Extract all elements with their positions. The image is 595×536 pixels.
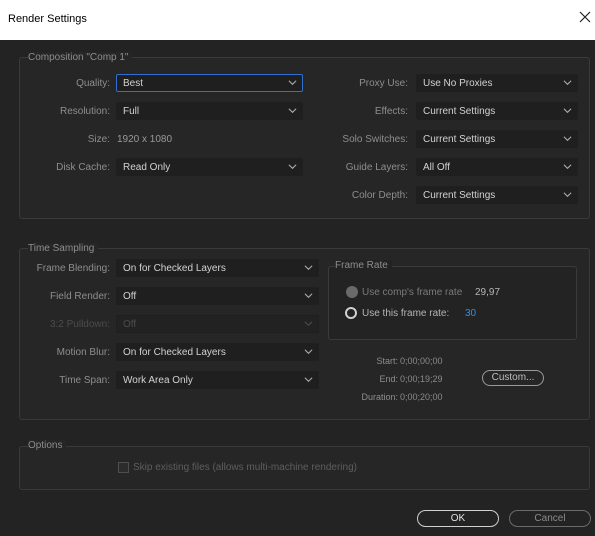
size-label: Size: <box>87 134 110 145</box>
start-value: 0;00;00;00 <box>400 356 443 366</box>
options-group-label: Options <box>28 440 67 451</box>
skip-existing-checkbox[interactable] <box>118 462 129 473</box>
chevron-down-icon <box>288 162 297 171</box>
guide-layers-label: Guide Layers: <box>345 162 408 173</box>
chevron-down-icon <box>304 291 313 300</box>
use-comp-frame-rate-label: Use comp's frame rate <box>362 287 463 298</box>
time-span-value: Work Area Only <box>123 375 193 386</box>
ok-button[interactable]: OK <box>417 510 499 527</box>
frame-rate-group <box>328 266 577 340</box>
time-span-label: Time Span: <box>59 375 110 386</box>
proxy-use-dropdown[interactable]: Use No Proxies <box>416 74 578 92</box>
chevron-down-icon <box>304 263 313 272</box>
disk-cache-dropdown[interactable]: Read Only <box>116 158 303 176</box>
comp-frame-rate-value: 29,97 <box>475 287 501 298</box>
color-depth-label: Color Depth: <box>351 190 408 201</box>
motion-blur-value: On for Checked Layers <box>123 347 226 358</box>
title-bar: Render Settings <box>0 0 595 40</box>
frame-rate-group-label: Frame Rate <box>335 260 392 271</box>
disk-cache-value: Read Only <box>123 162 171 173</box>
guide-layers-value: All Off <box>423 162 451 173</box>
field-render-dropdown[interactable]: Off <box>116 287 319 305</box>
solo-switches-dropdown[interactable]: Current Settings <box>416 130 578 148</box>
chevron-down-icon <box>563 134 572 143</box>
end-label: End: <box>379 374 398 384</box>
chevron-down-icon <box>304 375 313 384</box>
chevron-down-icon <box>288 78 297 87</box>
size-value: 1920 x 1080 <box>117 134 173 145</box>
resolution-label: Resolution: <box>59 106 110 117</box>
close-icon[interactable] <box>579 11 593 25</box>
time-sampling-group-label: Time Sampling <box>28 243 99 254</box>
frame-blending-dropdown[interactable]: On for Checked Layers <box>116 259 319 277</box>
field-render-label: Field Render: <box>49 291 110 302</box>
duration-value: 0;00;20;00 <box>400 392 443 402</box>
effects-value: Current Settings <box>423 106 496 117</box>
skip-existing-label: Skip existing files (allows multi-machin… <box>133 462 357 473</box>
use-this-frame-rate-radio[interactable] <box>345 307 357 319</box>
proxy-use-label: Proxy Use: <box>359 78 408 89</box>
field-render-value: Off <box>123 291 137 302</box>
motion-blur-dropdown[interactable]: On for Checked Layers <box>116 343 319 361</box>
resolution-dropdown[interactable]: Full <box>116 102 303 120</box>
chevron-down-icon <box>563 78 572 87</box>
quality-value: Best <box>123 78 144 89</box>
motion-blur-label: Motion Blur: <box>56 347 110 358</box>
chevron-down-icon <box>288 106 297 115</box>
start-label: Start: <box>376 356 398 366</box>
quality-label: Quality: <box>76 78 110 89</box>
cancel-button[interactable]: Cancel <box>509 510 591 527</box>
chevron-down-icon <box>563 162 572 171</box>
time-span-dropdown[interactable]: Work Area Only <box>116 371 319 389</box>
proxy-use-value: Use No Proxies <box>423 78 493 89</box>
this-frame-rate-input[interactable]: 30 <box>465 308 476 319</box>
solo-switches-value: Current Settings <box>423 134 496 145</box>
solo-switches-label: Solo Switches: <box>342 134 408 145</box>
window-title: Render Settings <box>8 13 87 25</box>
pulldown-dropdown: Off <box>116 315 319 333</box>
chevron-down-icon <box>304 319 313 328</box>
duration-label: Duration: <box>361 392 398 402</box>
chevron-down-icon <box>563 190 572 199</box>
use-this-frame-rate-label: Use this frame rate: <box>362 308 450 319</box>
effects-dropdown[interactable]: Current Settings <box>416 102 578 120</box>
quality-dropdown[interactable]: Best <box>116 74 303 92</box>
chevron-down-icon <box>304 347 313 356</box>
frame-blending-label: Frame Blending: <box>36 263 110 274</box>
frame-blending-value: On for Checked Layers <box>123 263 226 274</box>
color-depth-dropdown[interactable]: Current Settings <box>416 186 578 204</box>
effects-label: Effects: <box>374 106 408 117</box>
color-depth-value: Current Settings <box>423 190 496 201</box>
use-comp-frame-rate-radio[interactable] <box>346 286 358 298</box>
guide-layers-dropdown[interactable]: All Off <box>416 158 578 176</box>
composition-group-label: Composition "Comp 1" <box>28 52 133 63</box>
pulldown-value: Off <box>123 319 137 330</box>
chevron-down-icon <box>563 106 572 115</box>
resolution-value: Full <box>123 106 140 117</box>
end-value: 0;00;19;29 <box>400 374 443 384</box>
pulldown-label: 3:2 Pulldown: <box>49 319 110 330</box>
disk-cache-label: Disk Cache: <box>56 162 110 173</box>
custom-button[interactable]: Custom... <box>482 370 544 386</box>
